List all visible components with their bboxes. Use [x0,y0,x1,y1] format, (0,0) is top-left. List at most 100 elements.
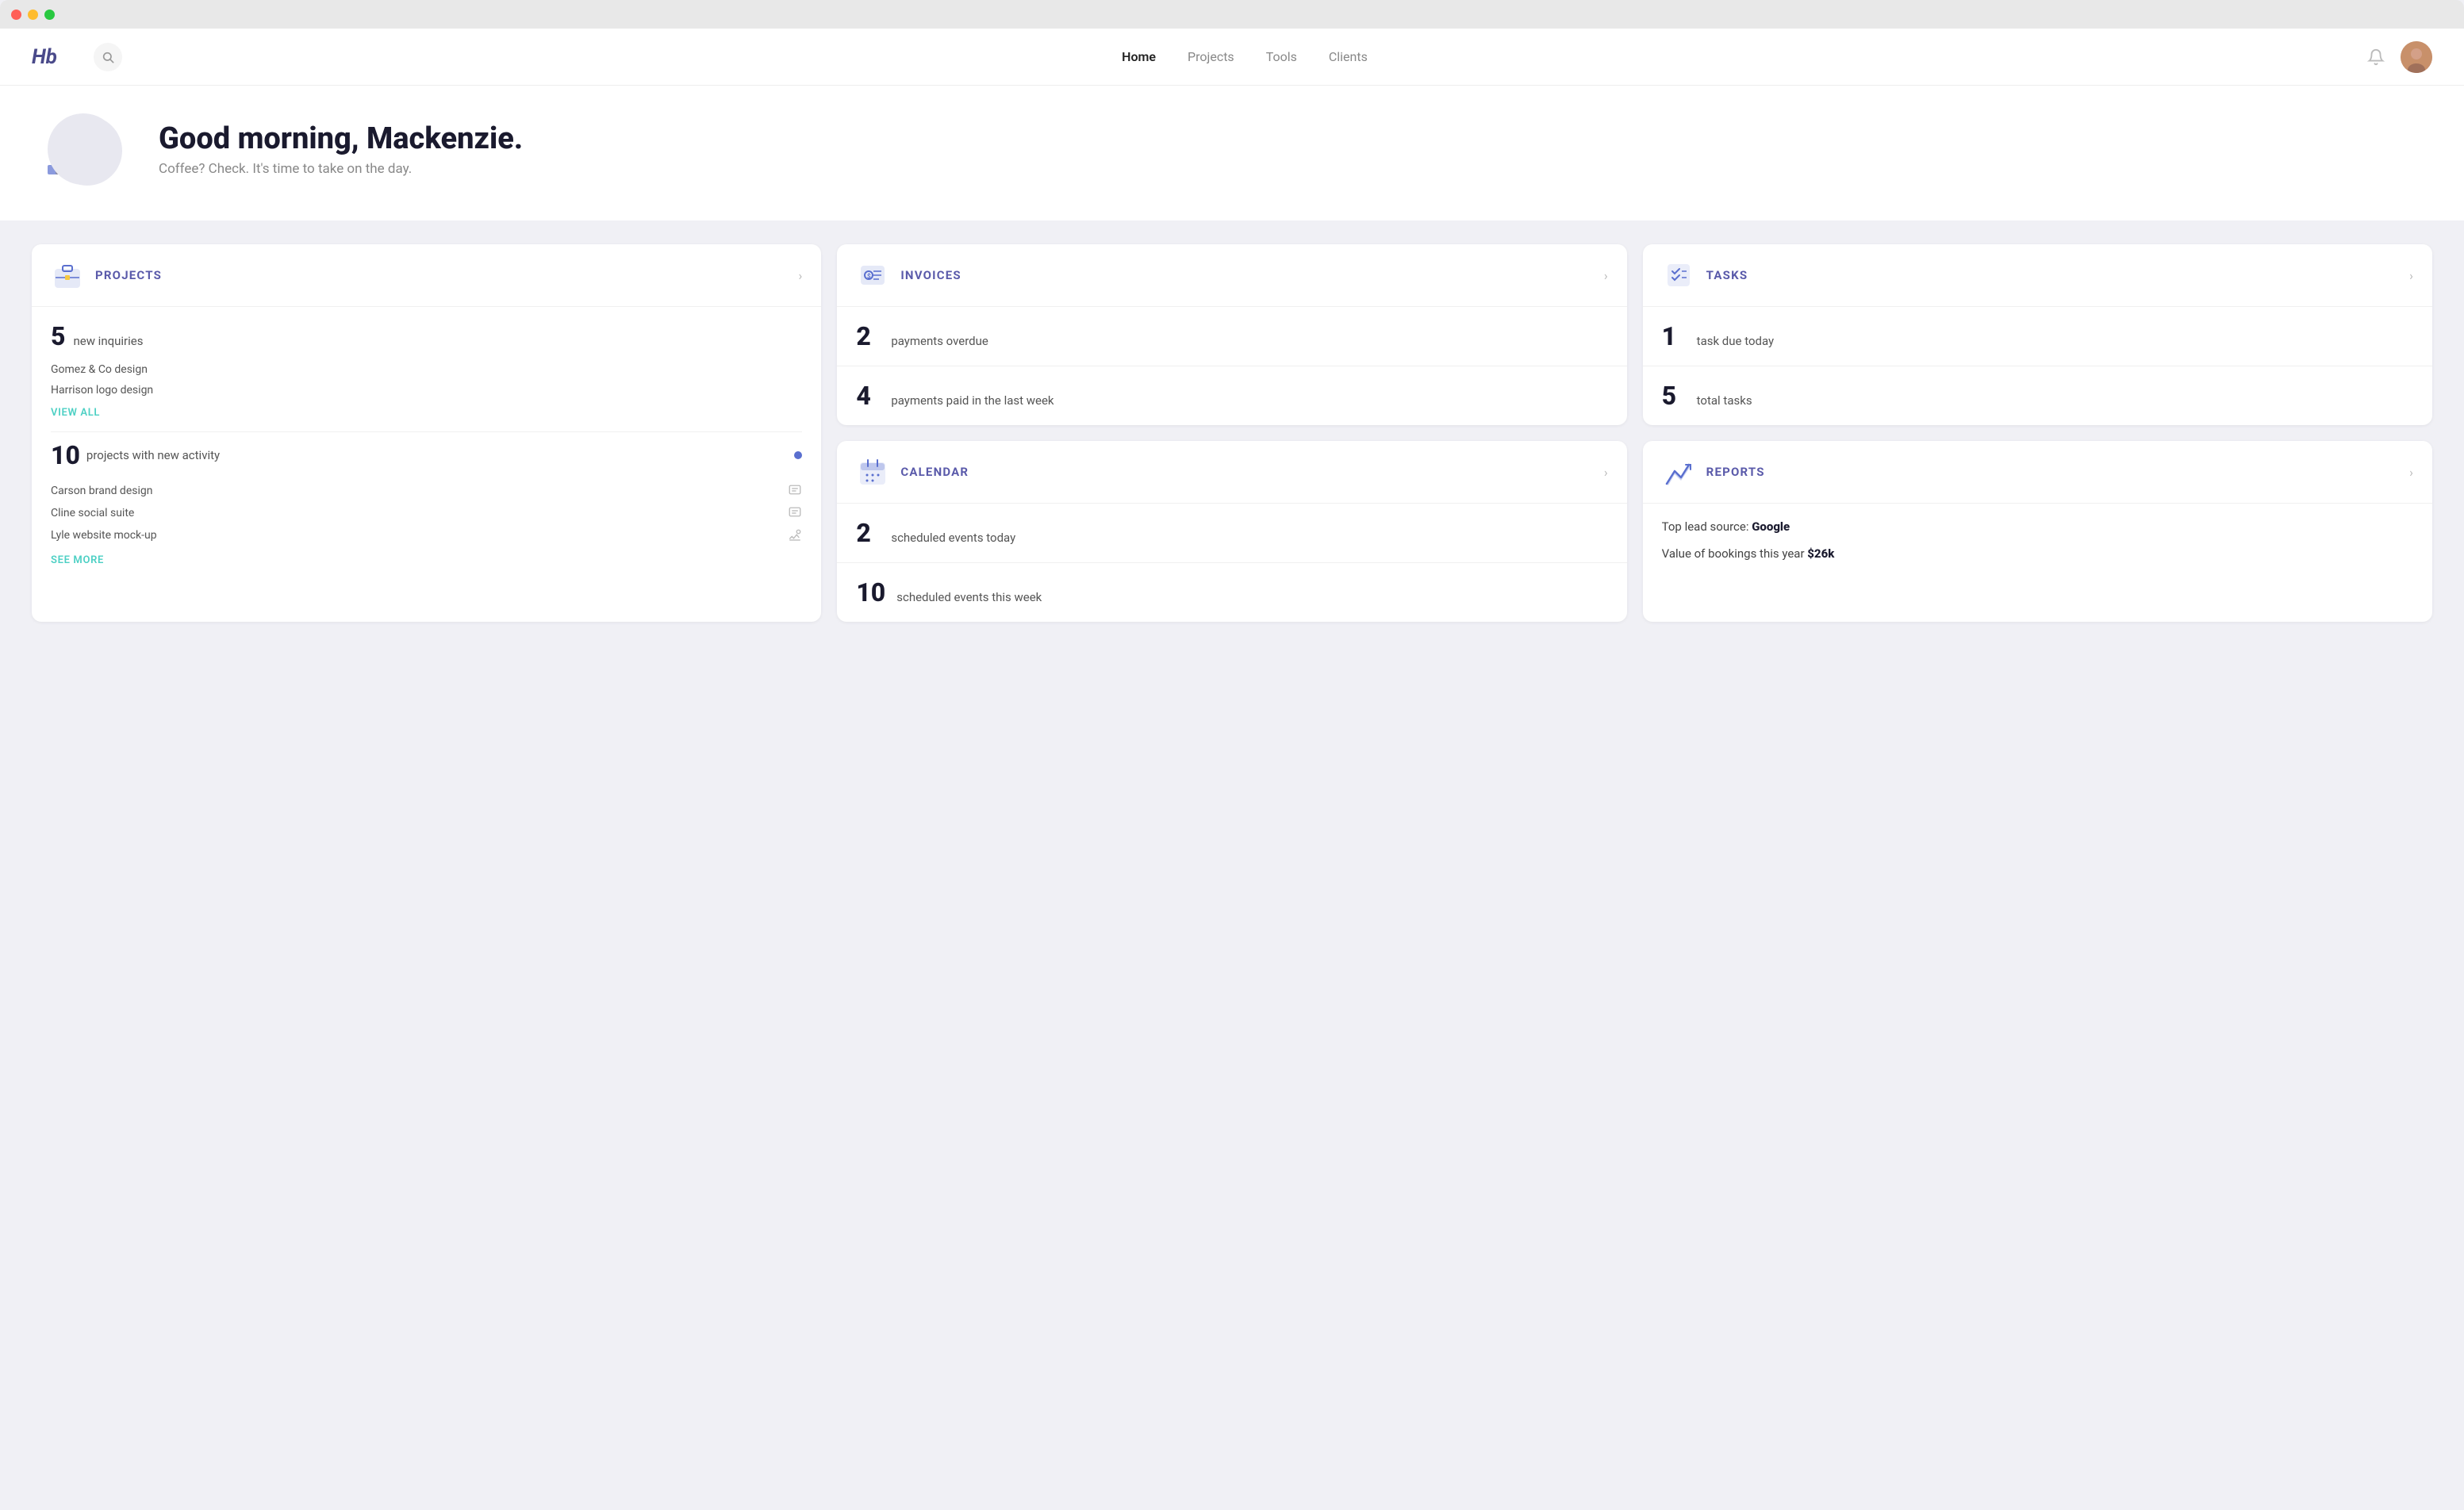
task-due-count: 1 [1662,321,1686,351]
paid-count: 4 [856,381,880,411]
invoices-chevron: › [1604,268,1608,283]
activity-count: 10 [51,440,80,470]
activity-item-2: Cline social suite [51,502,802,524]
invoice-stat-2: 4 payments paid in the last week [837,366,1626,425]
hero-text: Good morning, Mackenzie. Coffee? Check. … [159,121,523,177]
invoices-card-header[interactable]: $ INVOICES › [837,244,1626,307]
hero-section: Good morning, Mackenzie. Coffee? Check. … [0,86,2464,220]
overdue-label: payments overdue [891,334,988,348]
calendar-chevron: › [1604,465,1608,480]
projects-chevron: › [799,268,803,283]
svg-text:$: $ [867,273,871,280]
maximize-button[interactable] [44,10,55,20]
task-stat-2: 5 total tasks [1643,366,2432,425]
reports-title: REPORTS [1706,465,2399,479]
tasks-icon [1662,259,1695,292]
invoice-icon: $ [858,260,888,290]
nav-home[interactable]: Home [1122,49,1156,64]
chat-icon-2 [788,506,802,520]
projects-card-header[interactable]: PROJECTS › [32,244,821,307]
user-avatar[interactable] [2401,41,2432,73]
projects-card-body: 5 new inquiries Gomez & Co design Harris… [32,307,821,581]
events-week-label: scheduled events this week [896,590,1042,604]
inquiry-item-1: Gomez & Co design [51,359,802,380]
search-icon [102,51,114,63]
reports-icon [1662,455,1695,489]
calendar-icon [856,455,889,489]
minimize-button[interactable] [28,10,38,20]
task-stat-1: 1 task due today [1643,307,2432,366]
hero-illustration [32,109,135,189]
calendar-card-header[interactable]: CALENDAR › [837,441,1626,504]
search-button[interactable] [94,43,122,71]
calendar-title: CALENDAR [900,465,1593,479]
avatar-image [2401,41,2432,73]
notifications-bell[interactable] [2367,48,2385,66]
bookings-label: Value of bookings this year [1662,546,1805,561]
nav-clients[interactable]: Clients [1329,49,1368,64]
tasks-chevron: › [2409,268,2413,283]
bookings-row: Value of bookings this year $26k [1662,546,2413,561]
invoices-stats: 2 payments overdue 4 payments paid in th… [837,307,1626,425]
calendar-card: CALENDAR › 2 scheduled events today 10 s… [837,441,1626,622]
invoices-icon: $ [856,259,889,292]
events-week-count: 10 [856,577,885,607]
greeting-subtitle: Coffee? Check. It's time to take on the … [159,161,523,177]
top-lead-label: Top lead source: [1662,519,1749,534]
view-all-link[interactable]: VIEW ALL [51,407,802,419]
invoices-card: $ INVOICES › 2 payments overdue 4 paymen… [837,244,1626,425]
calendar-stat-2: 10 scheduled events this week [837,563,1626,622]
invoices-title: INVOICES [900,268,1593,282]
nav-projects[interactable]: Projects [1188,49,1234,64]
new-inquiries-stat: 5 new inquiries [51,321,802,351]
task-due-label: task due today [1697,334,1774,348]
bookings-value: $26k [1807,546,1834,561]
inquiry-item-2: Harrison logo design [51,380,802,400]
activity-header: 10 projects with new activity [51,440,802,470]
navbar: Hb Home Projects Tools Clients [0,29,2464,86]
nav-tools[interactable]: Tools [1266,49,1297,64]
activity-label: projects with new activity [86,448,220,462]
briefcase-icon [52,260,83,290]
reports-card-body: Top lead source: Google Value of booking… [1643,504,2432,589]
paid-label: payments paid in the last week [891,393,1054,408]
calendar-svg-icon [858,457,888,487]
top-lead-value: Google [1752,519,1790,534]
reports-card: REPORTS › Top lead source: Google Value … [1643,441,2432,622]
tasks-title: TASKS [1706,268,2399,282]
top-lead-row: Top lead source: Google [1662,519,2413,534]
nav-links: Home Projects Tools Clients [122,49,2367,64]
reports-card-header[interactable]: REPORTS › [1643,441,2432,504]
task-total-count: 5 [1662,381,1686,411]
close-button[interactable] [11,10,21,20]
tasks-stats: 1 task due today 5 total tasks [1643,307,2432,425]
logo[interactable]: Hb [32,45,57,69]
overdue-count: 2 [856,321,880,351]
events-today-label: scheduled events today [891,531,1015,545]
sign-icon [788,528,802,542]
calendar-stat-1: 2 scheduled events today [837,504,1626,563]
events-today-count: 2 [856,518,880,548]
projects-title: PROJECTS [95,268,788,282]
activity-dot [794,451,802,459]
tasks-card: TASKS › 1 task due today 5 total tasks [1643,244,2432,425]
inquiries-label: new inquiries [73,334,143,348]
projects-icon [51,259,84,292]
invoice-stat-1: 2 payments overdue [837,307,1626,366]
tasks-card-header[interactable]: TASKS › [1643,244,2432,307]
nav-right [2367,41,2432,73]
bell-icon [2367,48,2385,66]
activity-item-1: Carson brand design [51,480,802,502]
reports-svg-icon [1664,457,1694,487]
dashboard-grid: PROJECTS › 5 new inquiries Gomez & Co de… [0,220,2464,646]
reports-chevron: › [2409,465,2413,480]
activity-item-3: Lyle website mock-up [51,524,802,546]
chat-icon-1 [788,484,802,498]
checklist-icon [1664,260,1694,290]
see-more-link[interactable]: SEE MORE [51,554,802,566]
greeting-title: Good morning, Mackenzie. [159,121,523,156]
task-total-label: total tasks [1697,393,1752,408]
inquiries-count: 5 [51,321,65,351]
window-chrome [0,0,2464,29]
calendar-stats: 2 scheduled events today 10 scheduled ev… [837,504,1626,622]
